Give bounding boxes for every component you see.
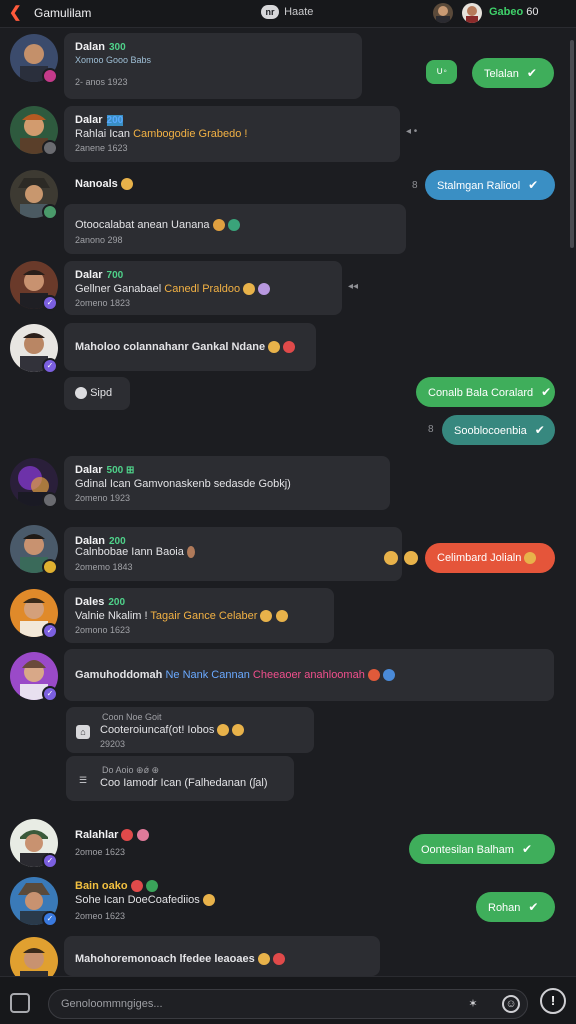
emoji-icon (283, 341, 296, 354)
file-message[interactable]: ☰ Do Aoio ⊕ǿ ⊕ Coo Iamodr Ican (Falhedan… (66, 756, 294, 801)
message-bubble[interactable]: Otoocalabat anean Uanana 2anono 298 (64, 204, 406, 254)
emoji-icon (121, 829, 134, 842)
message-bubble[interactable]: Dalan 200 Calnbobae Iann Baoia 2omemo 184… (64, 527, 402, 581)
emoji-icon (257, 953, 270, 966)
emoji-icon (136, 829, 149, 842)
attachment-icon[interactable] (10, 993, 30, 1013)
verified-badge: ✓ (42, 911, 58, 927)
document-icon: ☰ (78, 775, 88, 785)
emoji-icon (217, 724, 230, 737)
read-check-icon: ✔ (541, 385, 552, 399)
top-bar: ❮ Gamulilam nr Haate Gabeo 60 (0, 0, 576, 28)
scrollbar[interactable] (570, 40, 574, 248)
emoji-icon (227, 219, 240, 232)
participant-avatar[interactable] (433, 3, 453, 23)
message-bubble[interactable]: Sipd (64, 377, 130, 410)
delivery-indicator: 8 (428, 424, 434, 435)
message-bubble[interactable]: Dalar 700 Gellner Ganabael Canedl Praldoo… (64, 261, 342, 315)
sender-name: Nanoals (75, 178, 133, 191)
message-input[interactable]: Genoloommngiges... (48, 989, 528, 1019)
emoji-icon (186, 546, 195, 559)
verified-badge: ✓ (42, 358, 58, 374)
message-bubble[interactable]: Dalan 300 Xomoo Gooo Babs 2- anos 1923 (64, 33, 362, 99)
emoji-icon (243, 283, 256, 296)
outgoing-message[interactable]: Telalan ✔ (472, 58, 554, 88)
status-badge (42, 68, 58, 84)
verified-badge: ✓ (42, 686, 58, 702)
status-badge (42, 492, 58, 508)
composer-bar: Genoloommngiges... ✶ ☺ (0, 976, 576, 1024)
verified-badge: ✓ (42, 295, 58, 311)
message-bubble[interactable]: Gamuhoddomah Ne Nank Cannan Cheeaoer ana… (64, 649, 554, 701)
verified-badge: ✓ (42, 853, 58, 869)
chat-icon: nr (261, 5, 279, 19)
outgoing-message[interactable]: Rohan ✔ (476, 892, 555, 922)
emoji-icon (268, 341, 281, 354)
read-check-icon: ✔ (534, 423, 545, 437)
emoji-icon (384, 551, 398, 565)
message-bubble[interactable]: Dalar 500 ⊞ Gdinal Ican Gamvonaskenb seda… (64, 456, 390, 510)
sticker-icon[interactable]: ✶ (464, 995, 482, 1013)
sender-name: Bain oako (75, 880, 158, 893)
emoji-icon (260, 610, 273, 623)
emoji-icon (120, 178, 133, 191)
read-check-icon: ✔ (528, 900, 539, 914)
outgoing-message[interactable]: Conalb Bala Coralard ✔ (416, 377, 555, 407)
emoji-icon (382, 669, 395, 682)
emoji-icon (272, 953, 285, 966)
delivery-indicator: 8 (412, 180, 418, 191)
emoji-icon (202, 894, 215, 907)
message-bubble[interactable]: Dales 200 Valnie Nkalim ! Tagair Gance Ce… (64, 588, 334, 643)
message-text: Sohe Ican DoeCoafediios (75, 894, 215, 907)
status-badge (42, 559, 58, 575)
info-button[interactable]: ! (540, 988, 566, 1014)
chat-title-label: Haate (284, 6, 314, 18)
verified-badge: ✓ (42, 623, 58, 639)
delivery-indicator: ◂◂ (348, 281, 359, 292)
emoji-icon (232, 724, 245, 737)
emoji-icon (145, 880, 158, 893)
read-check-icon: ✔ (521, 842, 533, 856)
emoji-icon (367, 669, 380, 682)
read-check-icon: ✔ (528, 178, 539, 192)
emoji-icon (258, 283, 271, 296)
status-badge (42, 204, 58, 220)
outgoing-message[interactable]: Celimbard Jolialn (425, 543, 555, 573)
outgoing-message[interactable]: Oontesilan Balham ✔ (409, 834, 555, 864)
emoji-icon (130, 880, 143, 893)
app-title: Gamulilam (34, 6, 92, 20)
outgoing-message[interactable]: Sooblocoenbia ✔ (442, 415, 555, 445)
message-bubble[interactable]: Mahohoremonoach lfedee leaoaes (64, 936, 380, 976)
read-check-icon: ✔ (526, 66, 537, 80)
emoji-icon (75, 387, 87, 400)
message-bubble[interactable]: Dalar 200 Rahlai Ican Cambogodie Grabedo … (64, 106, 400, 162)
app-logo-icon[interactable]: ❮ (9, 5, 23, 20)
user-avatar[interactable] (462, 3, 482, 23)
outgoing-message[interactable]: Stalmgan Raliool ✔ (425, 170, 555, 200)
emoji-picker-icon[interactable]: ☺ (502, 995, 520, 1013)
chat-title[interactable]: nr Haate (261, 5, 313, 21)
emoji-icon (275, 610, 288, 623)
sender-name: Ralahlar (75, 829, 149, 842)
emoji-icon (404, 551, 418, 565)
message-bubble[interactable]: Maholoo colannahanr Gankal Ndane (64, 323, 316, 371)
emoji-icon (524, 552, 537, 565)
delivery-indicator: ◂ • (406, 126, 418, 137)
file-message[interactable]: ⌂ Coon Noe Goit Cooteroiuncaf(ot! Iobos … (66, 707, 314, 753)
status-badge (42, 140, 58, 156)
outgoing-message[interactable]: ∪◦ (426, 60, 457, 84)
file-icon: ⌂ (76, 725, 90, 739)
emoji-icon (212, 219, 225, 232)
online-status: Gabeo 60 (489, 6, 539, 18)
